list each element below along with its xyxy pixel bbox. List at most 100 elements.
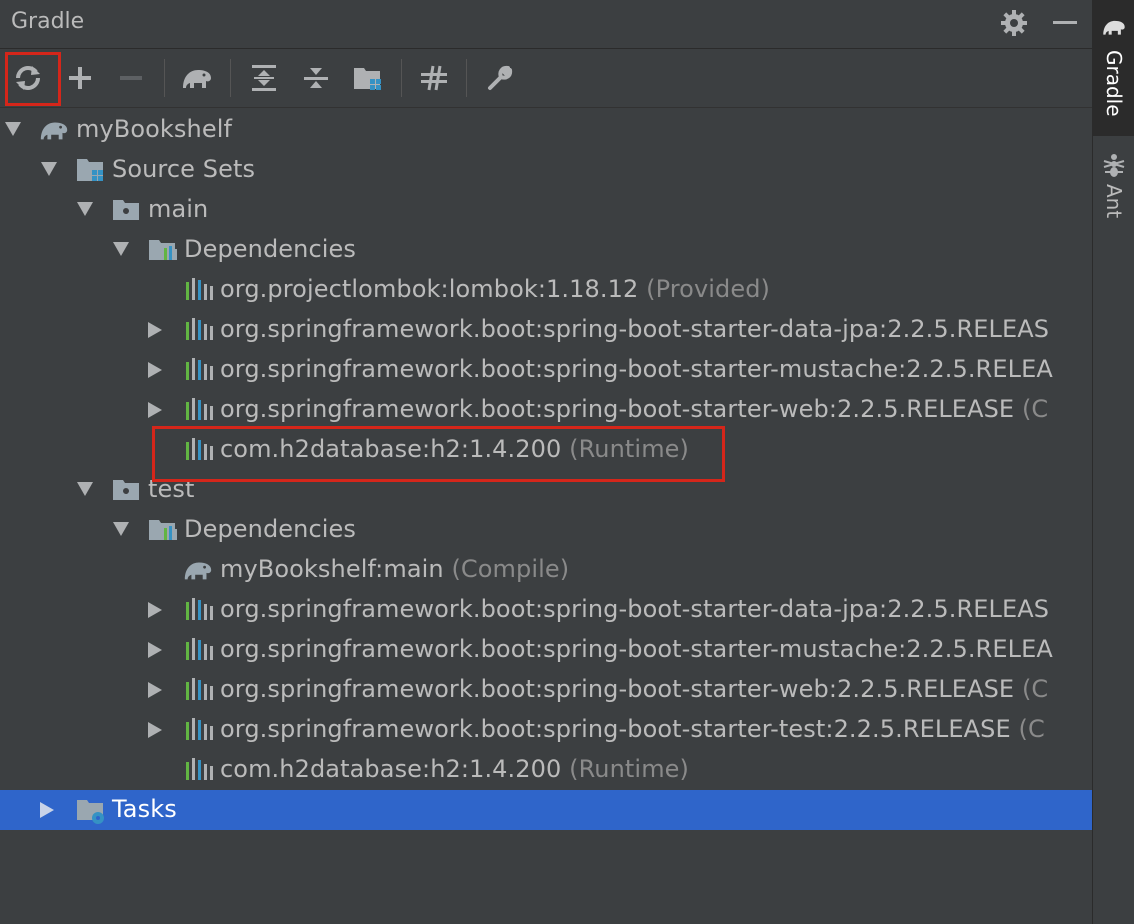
plus-icon[interactable] xyxy=(63,61,97,95)
wrench-icon[interactable] xyxy=(483,61,517,95)
dependency-scope: (Runtime) xyxy=(569,755,690,783)
library-icon xyxy=(184,316,214,344)
tree-node-label: Tasks xyxy=(112,795,177,823)
dependency-row[interactable]: org.springframework.boot:spring-boot-sta… xyxy=(0,590,1092,630)
tree-node-dependencies[interactable]: Dependencies xyxy=(0,510,1092,550)
dependency-label: org.projectlombok:lombok:1.18.12 (Provid… xyxy=(220,275,770,303)
source-set-folder-icon xyxy=(112,476,142,504)
dependency-name: myBookshelf:main xyxy=(220,555,444,583)
dependency-row[interactable]: com.h2database:h2:1.4.200 (Runtime) xyxy=(0,750,1092,790)
collapsed-arrow-icon[interactable] xyxy=(148,642,162,658)
collapsed-arrow-icon[interactable] xyxy=(148,682,162,698)
dependency-name: org.springframework.boot:spring-boot-sta… xyxy=(220,635,1053,663)
dependency-row[interactable]: org.springframework.boot:spring-boot-sta… xyxy=(0,350,1092,390)
dependency-row[interactable]: org.springframework.boot:spring-boot-sta… xyxy=(0,310,1092,350)
library-icon xyxy=(184,676,214,704)
toolbar-separator xyxy=(401,59,402,97)
dependency-label: org.springframework.boot:spring-boot-sta… xyxy=(220,715,1045,743)
refresh-highlight-box xyxy=(5,52,61,106)
expand-arrow-icon[interactable] xyxy=(77,482,93,496)
dependencies-folder-icon xyxy=(148,236,178,264)
expand-arrow-icon[interactable] xyxy=(5,122,21,136)
dependency-row[interactable]: myBookshelf:main (Compile) xyxy=(0,550,1092,590)
stripe-label-gradle: Gradle xyxy=(1102,50,1126,117)
tool-window-title: Gradle xyxy=(11,9,85,34)
dependency-scope: (Provided) xyxy=(646,275,771,303)
library-icon xyxy=(184,636,214,664)
collapsed-arrow-icon[interactable] xyxy=(40,802,54,818)
dependency-name: org.springframework.boot:spring-boot-sta… xyxy=(220,675,1015,703)
library-icon xyxy=(184,716,214,744)
dependency-label: myBookshelf:main (Compile) xyxy=(220,555,569,583)
right-tool-stripe: Gradle Ant xyxy=(1092,0,1134,924)
library-icon xyxy=(184,396,214,424)
collapsed-arrow-icon[interactable] xyxy=(148,322,162,338)
dependency-name: org.projectlombok:lombok:1.18.12 xyxy=(220,275,639,303)
tree-node-label: myBookshelf xyxy=(76,115,233,143)
dependency-row[interactable]: org.projectlombok:lombok:1.18.12 (Provid… xyxy=(0,270,1092,310)
dependency-label: com.h2database:h2:1.4.200 (Runtime) xyxy=(220,755,689,783)
ant-icon xyxy=(1102,152,1126,182)
dependency-scope: (C xyxy=(1018,715,1045,743)
toolbar-separator xyxy=(466,59,467,97)
dependency-label: org.springframework.boot:spring-boot-sta… xyxy=(220,315,1049,343)
group-modules-icon[interactable] xyxy=(351,61,385,95)
stripe-button-gradle[interactable]: Gradle xyxy=(1093,0,1134,136)
collapsed-arrow-icon[interactable] xyxy=(148,602,162,618)
expand-arrow-icon[interactable] xyxy=(41,162,57,176)
stripe-label-ant: Ant xyxy=(1102,184,1126,219)
dependency-label: org.springframework.boot:spring-boot-sta… xyxy=(220,675,1048,703)
dependency-label: org.springframework.boot:spring-boot-sta… xyxy=(220,395,1048,423)
dependency-name: org.springframework.boot:spring-boot-sta… xyxy=(220,595,1050,623)
library-icon xyxy=(184,356,214,384)
dependency-label: org.springframework.boot:spring-boot-sta… xyxy=(220,355,1053,383)
dependency-scope: (Compile) xyxy=(451,555,570,583)
expand-arrow-icon[interactable] xyxy=(113,242,129,256)
tree-node-project[interactable]: myBookshelf xyxy=(0,110,1092,150)
h2-dependency-highlight-box xyxy=(152,426,725,482)
dependency-scope: (C xyxy=(1021,675,1049,703)
elephant-icon xyxy=(182,556,212,584)
source-sets-folder-icon xyxy=(76,156,106,184)
dependency-name: org.springframework.boot:spring-boot-sta… xyxy=(220,355,1053,383)
collapsed-arrow-icon[interactable] xyxy=(148,402,162,418)
minimize-icon[interactable] xyxy=(1050,8,1080,38)
tasks-folder-icon xyxy=(76,796,106,824)
collapsed-arrow-icon[interactable] xyxy=(148,362,162,378)
dependencies-folder-icon xyxy=(148,516,178,544)
dependency-scope: (C xyxy=(1021,395,1049,423)
stripe-button-ant[interactable]: Ant xyxy=(1093,146,1134,236)
tree-node-source-sets[interactable]: Source Sets xyxy=(0,150,1092,190)
dependency-row[interactable]: org.springframework.boot:spring-boot-sta… xyxy=(0,710,1092,750)
dependency-row[interactable]: org.springframework.boot:spring-boot-sta… xyxy=(0,390,1092,430)
toolbar-separator xyxy=(164,59,165,97)
tree-node-label: main xyxy=(148,195,209,223)
dependency-name: org.springframework.boot:spring-boot-sta… xyxy=(220,315,1050,343)
library-icon xyxy=(184,596,214,624)
elephant-icon[interactable] xyxy=(180,61,214,95)
dependency-name: org.springframework.boot:spring-boot-sta… xyxy=(220,715,1011,743)
tree-node-tasks[interactable]: Tasks xyxy=(0,790,1092,830)
tree-node-label: Dependencies xyxy=(184,515,357,543)
tool-window-header: Gradle xyxy=(0,0,1092,49)
expand-arrow-icon[interactable] xyxy=(77,202,93,216)
toggle-offline-icon[interactable] xyxy=(417,61,451,95)
elephant-icon xyxy=(1101,16,1127,42)
collapse-all-icon[interactable] xyxy=(299,61,333,95)
toolbar-separator xyxy=(230,59,231,97)
tree-node-dependencies[interactable]: Dependencies xyxy=(0,230,1092,270)
tree-node-label: Dependencies xyxy=(184,235,357,263)
tree-node-main[interactable]: main xyxy=(0,190,1092,230)
gradle-toolbar xyxy=(0,49,1092,108)
expand-arrow-icon[interactable] xyxy=(113,522,129,536)
elephant-icon xyxy=(38,116,68,144)
collapsed-arrow-icon[interactable] xyxy=(148,722,162,738)
minus-icon[interactable] xyxy=(114,61,148,95)
dependency-row[interactable]: org.springframework.boot:spring-boot-sta… xyxy=(0,670,1092,710)
dependency-label: org.springframework.boot:spring-boot-sta… xyxy=(220,595,1049,623)
dependency-name: com.h2database:h2:1.4.200 xyxy=(220,755,562,783)
gear-icon[interactable] xyxy=(999,8,1029,38)
dependency-row[interactable]: org.springframework.boot:spring-boot-sta… xyxy=(0,630,1092,670)
expand-all-icon[interactable] xyxy=(247,61,281,95)
library-icon xyxy=(184,756,214,784)
